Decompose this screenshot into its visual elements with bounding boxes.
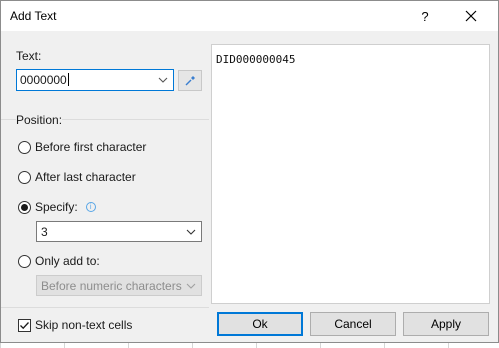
radio-after-last-circle[interactable] [18,170,31,184]
radio-specify-label: Specify: [35,200,78,214]
chevron-down-icon[interactable] [185,226,197,238]
options-panel: Text: 0000000 Position: Before first cha… [1,39,209,307]
only-add-to-select: Before numeric characters [36,275,202,296]
apply-button[interactable]: Apply [403,312,489,336]
radio-after-last[interactable]: After last character [18,170,136,184]
skip-non-text-label: Skip non-text cells [35,318,133,332]
text-value: 0000000 [20,73,67,87]
checkmark-icon [20,321,29,329]
chevron-down-icon [186,283,196,289]
add-text-dialog: Add Text ? Text: 0000000 Position: Befor… [0,0,499,343]
eyedropper-icon [185,75,195,85]
radio-specify-circle[interactable] [18,200,31,214]
position-section: Position: Before first character After l… [1,113,209,307]
bottom-options: Skip non-text cells [1,307,209,344]
radio-only-add-to[interactable]: Only add to: [18,254,100,268]
specify-position-select[interactable]: 3 [36,221,202,242]
text-value-wrap: 0000000 [20,73,69,87]
only-add-to-value: Before numeric characters [41,279,182,293]
skip-non-text-checkbox[interactable] [18,318,31,332]
radio-after-last-label: After last character [35,170,136,184]
title-bar: Add Text ? [1,1,498,31]
preview-line: DID000000045 [216,53,296,66]
radio-before-first-label: Before first character [35,140,147,154]
dialog-title: Add Text [10,9,57,23]
radio-before-first-circle[interactable] [18,140,31,154]
help-button[interactable]: ? [407,1,443,31]
chevron-down-icon[interactable] [157,74,169,86]
radio-before-first[interactable]: Before first character [18,140,146,154]
position-label: Position: [16,113,63,127]
text-caret [67,73,69,86]
ok-button[interactable]: Ok [217,312,303,336]
preview-pane: DID000000045 [211,44,490,304]
close-icon [465,10,477,22]
radio-only-add-to-label: Only add to: [35,254,100,268]
skip-non-text-option[interactable]: Skip non-text cells [18,318,132,332]
text-label: Text: [16,49,42,63]
radio-only-add-to-circle[interactable] [18,254,31,268]
cell-picker-button[interactable] [178,70,202,91]
close-button[interactable] [451,1,491,31]
cancel-button[interactable]: Cancel [310,312,396,336]
text-combobox[interactable]: 0000000 [16,69,174,91]
info-icon[interactable]: i [85,202,96,212]
specify-position-value: 3 [41,225,48,239]
radio-specify[interactable]: Specify: i [18,200,96,214]
